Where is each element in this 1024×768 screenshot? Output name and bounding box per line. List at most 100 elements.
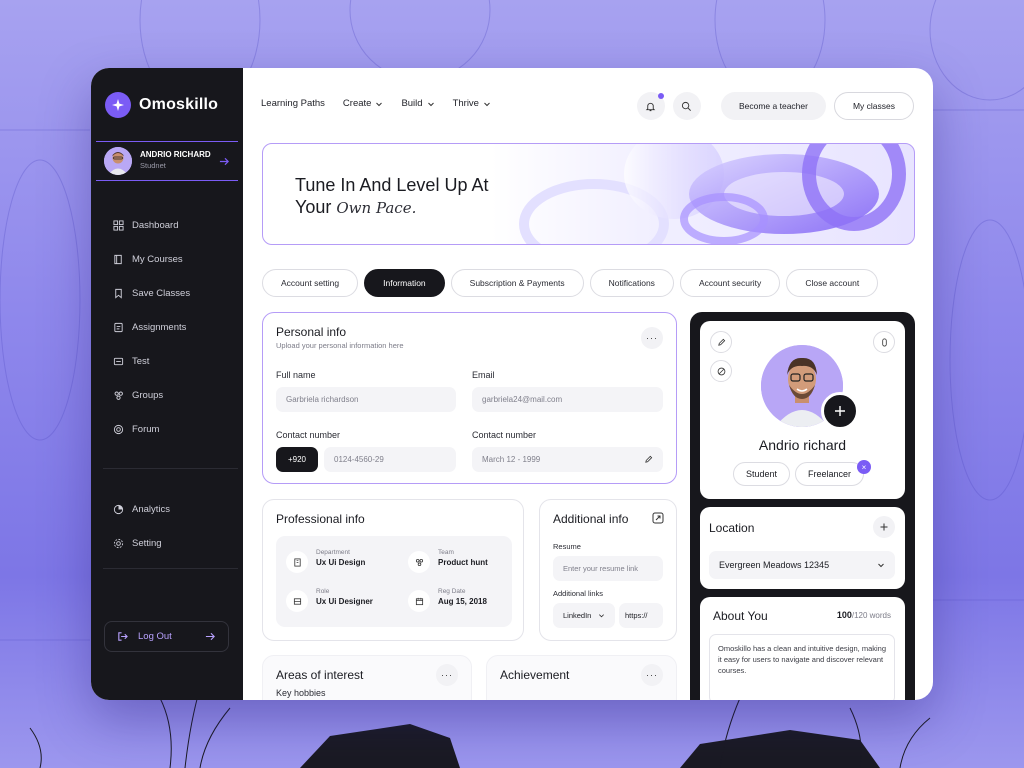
tag-freelancer[interactable]: Freelancer <box>795 462 865 486</box>
tab-information[interactable]: Information <box>364 269 445 297</box>
expand-icon[interactable] <box>652 512 664 524</box>
resume-input[interactable]: Enter your resume link <box>553 556 663 581</box>
nav-create[interactable]: Create <box>343 98 384 109</box>
brand-name: Omoskillo <box>139 96 219 113</box>
professional-details: Department Ux Ui Design Team Product hunt … <box>276 536 512 627</box>
divider <box>103 468 238 469</box>
sidebar-item-dashboard[interactable]: Dashboard <box>113 208 190 242</box>
sidebar-item-test[interactable]: Test <box>113 344 190 378</box>
reg-date-key: Reg Date <box>438 588 466 595</box>
hero-banner: Tune In And Level Up At Your Own Pace. <box>262 143 915 245</box>
banner-line2b: Own Pace. <box>336 199 417 217</box>
top-actions: Become a teacher My classes <box>636 92 914 120</box>
nav-learning-paths[interactable]: Learning Paths <box>261 98 325 109</box>
chevron-down-icon <box>376 102 383 106</box>
nav-label: Build <box>401 98 423 109</box>
personal-info-subtitle: Upload your personal information here <box>276 341 404 350</box>
sidebar-item-assignments[interactable]: Assignments <box>113 310 190 344</box>
more-options-button[interactable]: ··· <box>641 327 663 349</box>
team-item: Team Product hunt <box>408 549 488 573</box>
more-options-button[interactable]: ··· <box>641 664 663 686</box>
sidebar-item-my-courses[interactable]: My Courses <box>113 242 190 276</box>
dashboard-icon <box>113 219 124 231</box>
nav-thrive[interactable]: Thrive <box>453 98 491 109</box>
divider <box>103 568 238 569</box>
profile-name: ANDRIO RICHARD <box>140 150 211 160</box>
location-select[interactable]: Evergreen Meadows 12345 <box>709 551 895 579</box>
about-you-card: About You 100/120 words Omoskillo has a … <box>700 597 905 700</box>
logout-button[interactable]: Log Out <box>104 621 229 652</box>
brand[interactable]: Omoskillo <box>105 92 218 118</box>
location-title: Location <box>709 521 755 535</box>
sidebar-item-setting[interactable]: Setting <box>113 526 170 560</box>
areas-subtitle: Key hobbies <box>276 688 326 698</box>
date-input[interactable]: March 12 - 1999 <box>472 447 663 472</box>
sidebar-item-label: Forum <box>132 423 160 435</box>
sidebar-item-label: Setting <box>132 537 162 549</box>
sidebar-item-label: Analytics <box>132 503 171 515</box>
additional-info-card: Additional info Resume Enter your resume… <box>539 499 677 641</box>
department-key: Department <box>316 549 350 556</box>
notification-button[interactable] <box>636 92 665 120</box>
location-card: Location Evergreen Meadows 12345 <box>700 507 905 589</box>
hide-button[interactable] <box>710 360 732 382</box>
arrow-right-icon <box>219 157 230 165</box>
sidebar-item-label: Save Classes <box>132 287 191 299</box>
team-value: Product hunt <box>438 558 488 567</box>
contact-number-input[interactable]: 0124-4560-29 <box>324 447 456 472</box>
plus-icon <box>880 523 888 531</box>
calendar-icon <box>408 590 430 612</box>
profile-card[interactable]: ANDRIO RICHARD Studnet <box>96 141 238 181</box>
full-name-label: Full name <box>276 370 316 380</box>
about-title: About You <box>713 609 768 623</box>
sidebar-item-analytics[interactable]: Analytics <box>113 492 170 526</box>
profile-display-name: Andrio richard <box>758 437 847 453</box>
sidebar-item-groups[interactable]: Groups <box>113 378 190 412</box>
plus-icon <box>835 406 845 416</box>
tab-notifications[interactable]: Notifications <box>589 269 674 297</box>
nav-build[interactable]: Build <box>401 98 434 109</box>
upload-photo-button[interactable] <box>821 392 859 430</box>
link-button[interactable] <box>873 331 895 353</box>
email-input[interactable]: garbriela24@mail.com <box>472 387 663 412</box>
tab-close-account[interactable]: Close account <box>786 269 879 297</box>
my-classes-button[interactable]: My classes <box>833 92 914 120</box>
nav-label: Learning Paths <box>261 98 325 109</box>
achievement-card: Achievement ··· <box>486 655 677 700</box>
slash-icon <box>717 367 725 375</box>
personal-info-title: Personal info <box>276 325 347 339</box>
country-code-button[interactable]: +920 <box>276 447 318 472</box>
tag-student[interactable]: Student <box>733 462 791 486</box>
department-value: Ux Ui Design <box>316 558 366 567</box>
add-location-button[interactable] <box>873 516 895 538</box>
chevron-down-icon <box>427 102 434 106</box>
edit-icon <box>717 338 725 346</box>
contact2-label: Contact number <box>472 430 537 440</box>
areas-title: Areas of interest <box>276 668 364 682</box>
remove-tag-button[interactable]: × <box>857 460 871 474</box>
team-icon <box>408 551 430 573</box>
tab-account-security[interactable]: Account security <box>679 269 781 297</box>
become-teacher-button[interactable]: Become a teacher <box>720 92 826 120</box>
full-name-input[interactable]: Garbriela richardson <box>276 387 456 412</box>
more-options-button[interactable]: ··· <box>436 664 458 686</box>
edit-profile-button[interactable] <box>710 331 732 353</box>
profile-panel: Andrio richard Student Freelancer × Loca… <box>690 312 915 700</box>
professional-info-card: Professional info Department Ux Ui Design… <box>262 499 524 641</box>
sidebar-item-forum[interactable]: Forum <box>113 412 190 446</box>
link-type-select[interactable]: LinkedIn <box>553 603 615 628</box>
sidebar: Omoskillo ANDRIO RICHARD Studnet Dashboa… <box>91 68 243 700</box>
about-textarea[interactable]: Omoskillo has a clean and intuitive desi… <box>709 634 895 700</box>
link-url-input[interactable]: https:// <box>619 603 663 628</box>
brand-logo-icon <box>105 92 131 118</box>
sidebar-item-label: Dashboard <box>132 219 179 231</box>
search-button[interactable] <box>672 92 701 120</box>
tab-account-setting[interactable]: Account setting <box>262 269 359 297</box>
achievement-title: Achievement <box>500 668 570 682</box>
team-key: Team <box>438 549 454 556</box>
analytics-icon <box>113 504 124 514</box>
banner-3d-art <box>519 144 906 244</box>
tab-subscription-payments[interactable]: Subscription & Payments <box>450 269 584 297</box>
sidebar-item-save-classes[interactable]: Save Classes <box>113 276 190 310</box>
edit-icon[interactable] <box>644 455 653 464</box>
